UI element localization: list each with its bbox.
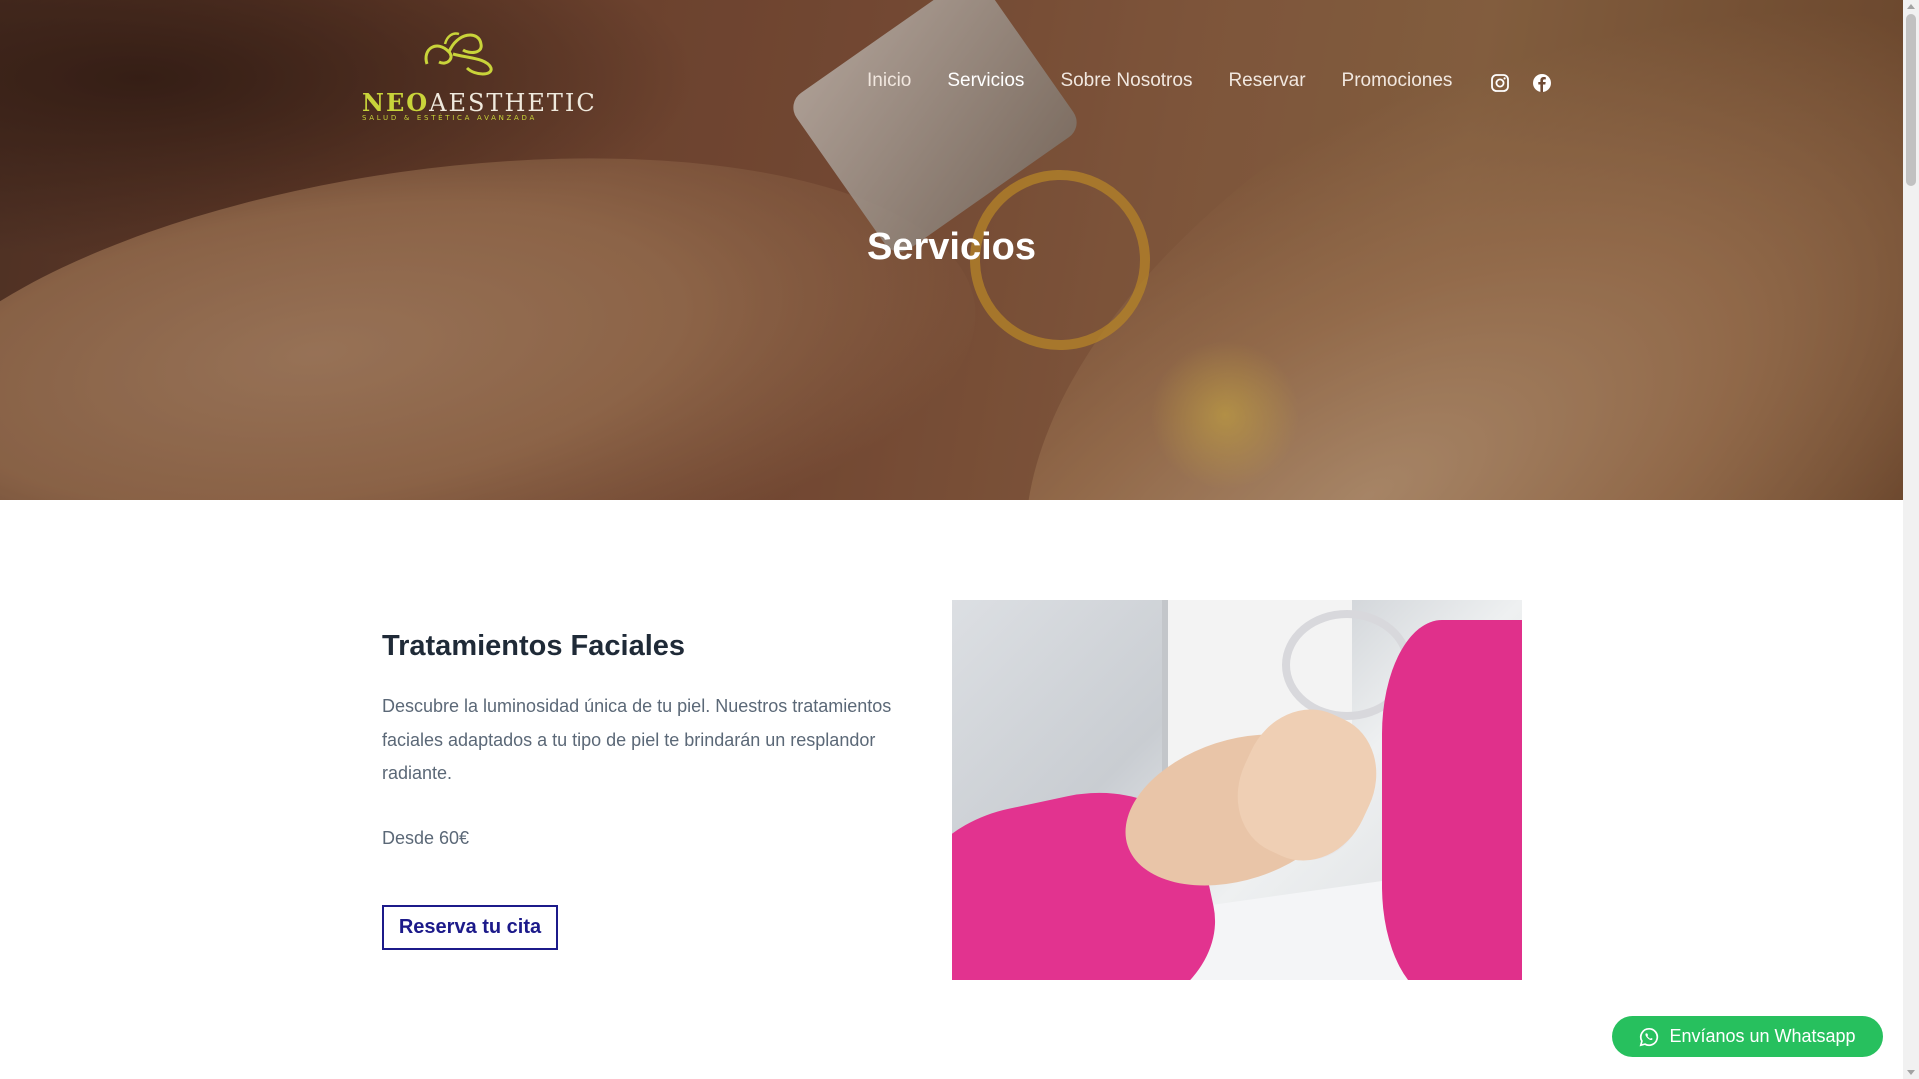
scrollbar-thumb[interactable] [1906, 14, 1916, 186]
scroll-up-arrow-icon[interactable] [1907, 4, 1915, 9]
service-price: Desde 60€ [382, 828, 470, 848]
service-title: Tratamientos Faciales [382, 630, 686, 662]
nav-item-promociones[interactable]: Promociones [1342, 70, 1453, 92]
facebook-icon[interactable] [1532, 73, 1552, 93]
service-section: Tratamientos Faciales Descubre la lumino… [0, 500, 1903, 1079]
scroll-down-arrow-icon[interactable] [1907, 1070, 1915, 1075]
service-photo [952, 600, 1522, 980]
photo-therapist-shirt [1382, 620, 1522, 980]
social-links [1490, 73, 1552, 93]
hero-banner: NEOAESTHETIC SALUD & ESTÉTICA AVANZADA I… [0, 0, 1903, 500]
nav-item-sobre-nosotros[interactable]: Sobre Nosotros [1060, 70, 1192, 92]
service-description: Descubre la luminosidad única de tu piel… [382, 696, 892, 783]
whatsapp-icon [1640, 1027, 1659, 1046]
brand-wordmark: NEOAESTHETIC [362, 88, 597, 117]
whatsapp-label: Envíanos un Whatsapp [1669, 1026, 1856, 1046]
book-appointment-button[interactable]: Reserva tu cita [382, 905, 558, 950]
nav-item-inicio[interactable]: Inicio [867, 70, 911, 92]
brand-tagline: SALUD & ESTÉTICA AVANZADA [362, 114, 537, 122]
page-title: Servicios [867, 226, 1036, 268]
instagram-icon[interactable] [1490, 73, 1510, 93]
whatsapp-button[interactable]: Envíanos un Whatsapp [1612, 1016, 1883, 1057]
page-scrollbar[interactable] [1903, 0, 1919, 1079]
nav-item-servicios[interactable]: Servicios [947, 70, 1024, 92]
butterfly-logo-icon [424, 32, 493, 76]
main-nav: Inicio Servicios Sobre Nosotros Reservar… [867, 70, 1488, 92]
brand-logo[interactable]: NEOAESTHETIC SALUD & ESTÉTICA AVANZADA [362, 24, 595, 124]
nav-item-reservar[interactable]: Reservar [1228, 70, 1305, 92]
